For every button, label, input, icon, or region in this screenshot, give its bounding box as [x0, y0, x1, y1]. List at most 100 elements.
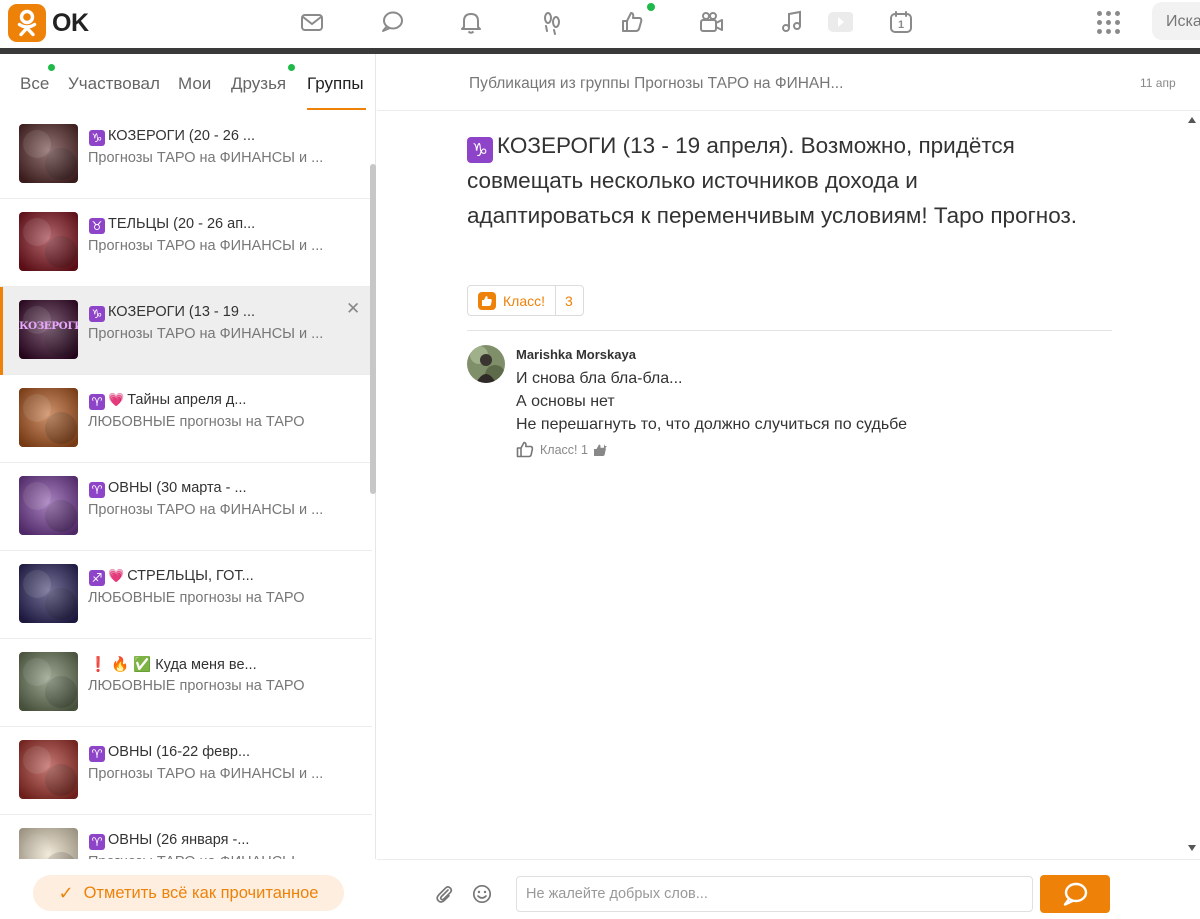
discussion-title: ❗ 🔥 ✅ Куда меня ве...: [89, 656, 257, 673]
video-icon[interactable]: [697, 8, 725, 36]
chat-icon[interactable]: [378, 8, 406, 36]
discussion-title-text: ТЕЛЬЦЫ (20 - 26 ап...: [108, 216, 256, 232]
discussion-thumbnail: [19, 124, 78, 183]
discussion-title: ♉ ТЕЛЬЦЫ (20 - 26 ап...: [89, 216, 255, 234]
discussion-title-text: ОВНЫ (16-22 февр...: [108, 744, 251, 760]
tab-mine[interactable]: Мои: [178, 74, 211, 94]
like-separator: [555, 285, 556, 316]
discussion-group: ЛЮБОВНЫЕ прогнозы на ТАРО: [88, 590, 305, 606]
sidebar-scrollbar[interactable]: [370, 164, 376, 494]
discussion-title-text: Куда меня ве...: [155, 657, 257, 673]
zodiac-sign-icon: ♐: [89, 570, 105, 586]
heart-icon: 💗: [108, 568, 125, 583]
close-icon[interactable]: ✕: [346, 299, 360, 319]
scroll-down-icon[interactable]: [1188, 845, 1196, 851]
discussion-title: ♈ 💗 Тайны апреля д...: [89, 392, 246, 410]
comment-line: А основы нет: [516, 393, 615, 410]
discussion-thumbnail: [19, 388, 78, 447]
scroll-up-icon[interactable]: [1188, 117, 1196, 123]
discussion-thumbnail: [19, 476, 78, 535]
post-like-button[interactable]: Класс! 3: [467, 285, 584, 316]
discussion-title-text: СТРЕЛЬЦЫ, ГОТ...: [127, 568, 254, 584]
comment-like-label: Класс! 1: [540, 442, 588, 457]
discussion-title-text: ОВНЫ (30 марта - ...: [108, 480, 247, 496]
active-tab-underline: [307, 108, 366, 110]
discussion-title-text: Тайны апреля д...: [127, 392, 247, 408]
list-item[interactable]: ♈ ОВНЫ (16-22 февр... Прогнозы ТАРО на ФИН…: [0, 727, 372, 815]
discussion-thumbnail: [19, 212, 78, 271]
discussion-thumbnail: [19, 564, 78, 623]
discussion-title-text: КОЗЕРОГИ (20 - 26 ...: [108, 128, 256, 144]
ok-logo[interactable]: OK: [8, 4, 89, 42]
like-outline-icon: [516, 441, 534, 458]
discussion-title: ♐ 💗 СТРЕЛЬЦЫ, ГОТ...: [89, 568, 254, 586]
calendar-icon[interactable]: 1: [887, 8, 915, 36]
apps-grid-icon[interactable]: [1097, 11, 1121, 35]
bell-icon[interactable]: [457, 8, 485, 36]
comment-like-button[interactable]: Класс! 1: [516, 441, 616, 458]
discussion-view: Публикация из группы Прогнозы ТАРО на ФИ…: [377, 54, 1200, 919]
play-icon[interactable]: [826, 8, 854, 36]
mail-icon[interactable]: [298, 8, 326, 36]
discussion-title: ♑ КОЗЕРОГИ (13 - 19 ...: [89, 304, 255, 322]
paperclip-icon[interactable]: [435, 884, 453, 909]
brand-name: OK: [52, 8, 89, 37]
list-item[interactable]: ♈ОВНЫ (26 января -...Прогнозы ТАРО на ФИ…: [0, 815, 372, 859]
discussion-thumbnail: [19, 652, 78, 711]
discussion-title-text: ОВНЫ (26 января -...: [108, 832, 250, 848]
send-button[interactable]: [1040, 875, 1110, 913]
discussion-group: Прогнозы ТАРО на ФИНАНСЫ и ...: [88, 502, 324, 518]
discussion-list[interactable]: ♑ КОЗЕРОГИ (20 - 26 ... Прогнозы ТАРО на Ф…: [0, 111, 372, 859]
list-item[interactable]: ♈ 💗 Тайны апреля д... ЛЮБОВНЫЕ прогнозы на …: [0, 375, 372, 463]
like-icon[interactable]: [618, 8, 646, 36]
footprints-icon[interactable]: [538, 8, 566, 36]
heart-icon: 💗: [108, 392, 125, 407]
list-item[interactable]: ♉ ТЕЛЬЦЫ (20 - 26 ап... Прогнозы ТАРО на Ф…: [0, 199, 372, 287]
mark-all-read-label: Отметить всё как прочитанное: [83, 883, 319, 902]
post-title-text: КОЗЕРОГИ (13 - 19 апреля). Возможно, при…: [467, 133, 1078, 228]
zodiac-sign-icon: ♉: [89, 218, 105, 234]
zodiac-sign-icon: ♑: [89, 306, 105, 322]
discussion-group: ЛЮБОВНЫЕ прогнозы на ТАРО: [88, 414, 305, 430]
tab-friends[interactable]: Друзья: [231, 74, 286, 94]
discussion-tabs: Все Участвовал Мои Друзья Группы: [0, 54, 376, 110]
zodiac-sign-icon: ♈: [89, 394, 105, 410]
mark-all-read-button[interactable]: ✓ Отметить всё как прочитанное: [33, 875, 344, 911]
avatar[interactable]: [467, 345, 505, 383]
zodiac-sign-icon: ♈: [89, 746, 105, 762]
zodiac-sign-icon: ♑: [89, 130, 105, 146]
search-input[interactable]: Иска: [1152, 2, 1200, 40]
list-item[interactable]: ♈ ОВНЫ (30 марта - ... Прогнозы ТАРО на ФИ…: [0, 463, 372, 551]
discussion-group: Прогнозы ТАРО на ФИНАНСЫ и ...: [88, 326, 324, 342]
tab-groups[interactable]: Группы: [307, 74, 364, 94]
list-item[interactable]: ❗ 🔥 ✅ Куда меня ве... ЛЮБОВНЫЕ прогнозы на…: [0, 639, 372, 727]
view-scrollbar[interactable]: [1183, 111, 1200, 859]
tab-all-dot: [48, 64, 55, 71]
ok-logo-badge: [8, 4, 46, 42]
list-item[interactable]: КОЗЕРОГИ ♑ КОЗЕРОГИ (13 - 19 ... Прогнозы Т…: [0, 287, 372, 375]
zodiac-sign-icon: ♈: [89, 834, 105, 850]
list-item[interactable]: ♐ 💗 СТРЕЛЬЦЫ, ГОТ... ЛЮБОВНЫЕ прогнозы на Т…: [0, 551, 372, 639]
like-thumb-icon: [478, 291, 496, 310]
discussion-group: ЛЮБОВНЫЕ прогнозы на ТАРО: [88, 678, 305, 694]
post-like-count[interactable]: 3: [565, 293, 573, 309]
comment-input[interactable]: [516, 876, 1033, 912]
discussion-header: Публикация из группы Прогнозы ТАРО на ФИ…: [377, 54, 1200, 111]
discussion-title: ♈ ОВНЫ (16-22 февр...: [89, 744, 250, 762]
likers-icon: [593, 443, 607, 456]
discussion-title-text: КОЗЕРОГИ (13 - 19 ...: [108, 304, 256, 320]
comment-line: Не перешагнуть то, что должно случиться …: [516, 416, 908, 433]
post-title: ♑ КОЗЕРОГИ (13 - 19 апреля). Возможно, пр…: [467, 128, 1087, 233]
music-icon[interactable]: [778, 8, 806, 36]
publication-source[interactable]: Публикация из группы Прогнозы ТАРО на ФИ…: [469, 75, 843, 93]
tab-all[interactable]: Все: [20, 74, 49, 94]
comment-author[interactable]: Marishka Morskaya: [516, 347, 636, 362]
discussions-sidebar: Все Участвовал Мои Друзья Группы ♑ КОЗЕРО…: [0, 54, 376, 919]
comment-composer: [377, 859, 1200, 919]
emoji-icon[interactable]: [472, 884, 492, 909]
check-icon: ✓: [58, 882, 74, 903]
tab-participated[interactable]: Участвовал: [68, 74, 160, 94]
list-item[interactable]: ♑ КОЗЕРОГИ (20 - 26 ... Прогнозы ТАРО на Ф…: [0, 111, 372, 199]
likes-online-dot: [647, 3, 655, 11]
discussion-title: ♑ КОЗЕРОГИ (20 - 26 ...: [89, 128, 255, 146]
